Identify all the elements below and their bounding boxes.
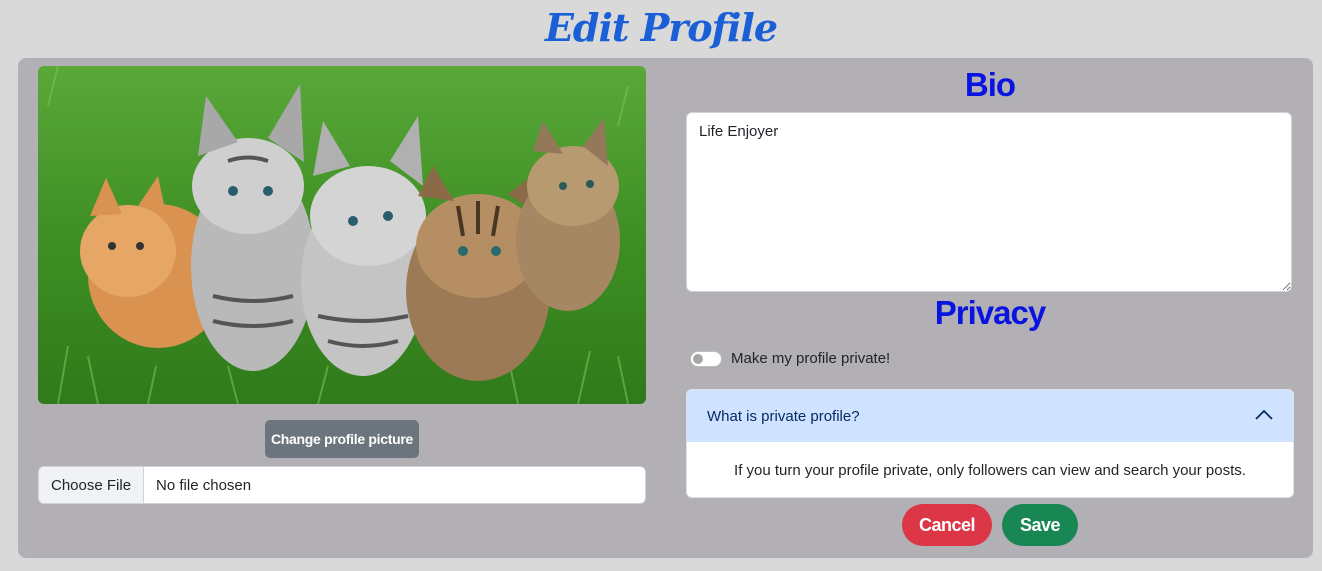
private-profile-toggle-row: Make my profile private! [690,350,890,367]
accordion-header[interactable]: What is private profile? [687,390,1293,442]
privacy-heading: Privacy [934,294,1046,331]
file-status-text: No file chosen [156,476,252,494]
choose-file-button[interactable]: Choose File [39,467,145,503]
toggle-knob [693,353,703,364]
chevron-up-icon [1255,408,1273,425]
private-profile-accordion: What is private profile? If you turn you… [686,389,1294,498]
save-button[interactable]: Save [1002,504,1078,546]
edit-profile-panel: Change profile picture Choose File No fi… [18,58,1313,558]
accordion-body: If you turn your profile private, only f… [687,442,1293,497]
profile-picture-file-input[interactable]: Choose File No file chosen [38,466,646,504]
page-title: Edit Profile [544,5,778,50]
private-profile-toggle-label[interactable]: Make my profile private! [731,350,890,367]
bio-textarea[interactable]: Life Enjoyer [686,112,1292,292]
accordion-answer: If you turn your profile private, only f… [734,461,1246,479]
bio-heading: Bio [964,66,1016,103]
change-profile-picture-button[interactable]: Change profile picture [265,420,419,458]
cancel-button[interactable]: Cancel [902,504,992,546]
profile-picture [38,66,646,404]
accordion-question: What is private profile? [707,407,860,425]
private-profile-toggle[interactable] [690,350,722,367]
